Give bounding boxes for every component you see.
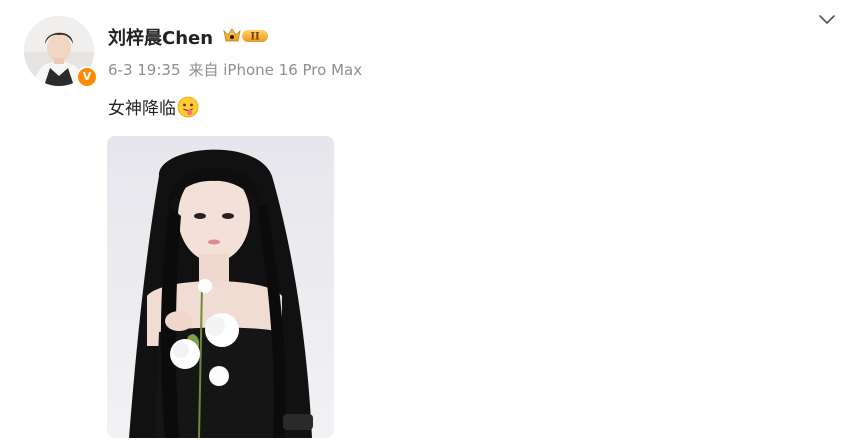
post-text-row: 女神降临 [108, 94, 199, 119]
post-image[interactable] [107, 136, 334, 438]
weibo-post-card: V 刘梓晨Chen II 6-3 19:35 来自 iPhone 16 Pro M… [0, 0, 845, 448]
chevron-down-icon[interactable] [818, 12, 836, 26]
tongue-out-emoji-icon [177, 96, 199, 118]
post-source[interactable]: 来自 iPhone 16 Pro Max [189, 61, 363, 79]
vip-level-text: II [250, 32, 260, 43]
post-text: 女神降临 [108, 99, 176, 119]
post-meta: 6-3 19:35 来自 iPhone 16 Pro Max [108, 59, 362, 80]
crown-badge-icon[interactable]: II [222, 26, 272, 46]
verified-badge: V [76, 66, 98, 88]
author-name[interactable]: 刘梓晨Chen [108, 24, 213, 50]
post-time[interactable]: 6-3 19:35 [108, 61, 181, 79]
